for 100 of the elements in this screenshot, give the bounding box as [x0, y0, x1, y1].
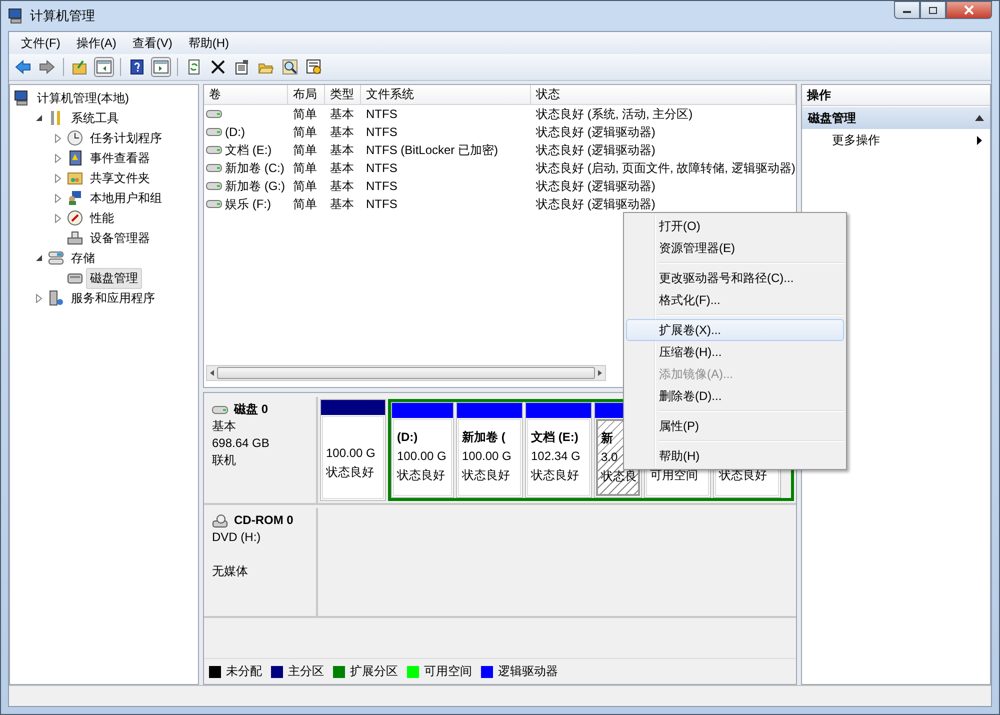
table-cell-text: 简单 — [292, 106, 318, 122]
partition-status: 状态良好 — [397, 467, 446, 484]
table-cell-text: NTFS — [365, 125, 398, 139]
table-cell: 新加卷 (C:) — [225, 160, 284, 176]
table-cell-text: NTFS — [365, 161, 398, 175]
tree-item[interactable]: 共享文件夹 — [86, 168, 154, 188]
gauge-icon — [68, 210, 82, 226]
partition-block[interactable]: 新加卷 ( 100.00 G 状态良好 — [456, 402, 523, 498]
menu-item[interactable]: 扩展卷(X)... — [626, 319, 844, 341]
panel-toggle-icon — [153, 59, 169, 75]
legend-label: 未分配 — [226, 663, 262, 680]
tree-item[interactable]: 本地用户和组 — [86, 188, 166, 208]
menu-item[interactable]: 帮助(H) — [180, 34, 237, 52]
table-cell-text: 基本 — [329, 142, 355, 158]
table-cell-text: 状态良好 (系统, 活动, 主分区) — [535, 106, 694, 122]
table-cell-text: 简单 — [292, 142, 318, 158]
back-arrow-button[interactable] — [13, 57, 33, 77]
menu-item[interactable]: 压缩卷(H)... — [626, 341, 844, 363]
forward-arrow-icon — [39, 59, 55, 75]
partition-status: 可用空间 — [650, 467, 699, 484]
forward-arrow-button[interactable] — [37, 57, 57, 77]
tree-item[interactable]: 系统工具 — [67, 108, 123, 128]
menu-item[interactable]: 格式化(F)... — [626, 289, 844, 311]
tree-item[interactable]: 设备管理器 — [86, 228, 154, 248]
partition-size: 102.34 G — [531, 448, 582, 465]
maximize-button[interactable] — [920, 1, 946, 19]
tree-item[interactable]: 服务和应用程序 — [67, 288, 159, 308]
table-cell-text: NTFS — [365, 179, 398, 193]
properties-icon — [234, 59, 250, 75]
drive-icon — [206, 127, 222, 137]
shared-folder-icon — [68, 172, 82, 184]
disk-status: 联机 — [212, 452, 237, 469]
partition-block[interactable]: 100.00 G 状态良好 — [320, 399, 386, 501]
disk-name: CD-ROM 0 — [234, 512, 294, 529]
tree-item[interactable]: 事件查看器 — [86, 148, 154, 168]
panel-toggle-button[interactable] — [94, 57, 114, 77]
expand-arrow-icon[interactable] — [54, 154, 62, 162]
expand-arrow-icon[interactable] — [54, 174, 62, 182]
menu-item[interactable]: 资源管理器(E) — [626, 237, 844, 259]
table-cell-text: NTFS (BitLocker 已加密) — [365, 142, 500, 158]
tree-item[interactable]: 计算机管理(本地) — [33, 88, 133, 108]
settings-button[interactable] — [304, 57, 324, 77]
partition-label: (D:) — [397, 429, 419, 446]
legend-label: 主分区 — [288, 663, 324, 680]
table-cell: (D:) — [225, 125, 245, 139]
menu-item[interactable]: 打开(O) — [626, 215, 844, 237]
partition-status: 状态良好 — [719, 467, 768, 484]
delete-icon — [210, 59, 226, 75]
drive-icon — [206, 163, 222, 173]
table-cell-text: 简单 — [292, 178, 318, 194]
horizontal-scrollbar[interactable] — [206, 365, 606, 381]
action-section[interactable]: 磁盘管理 — [802, 107, 990, 129]
tree-item[interactable]: 任务计划程序 — [86, 128, 166, 148]
partition-size: 100.00 G — [397, 448, 448, 465]
clock-icon — [68, 130, 82, 146]
maximize-icon — [928, 6, 938, 14]
column-header[interactable]: 文件系统 — [361, 85, 531, 104]
table-cell: 娱乐 (F:) — [225, 196, 271, 212]
window-title: 计算机管理 — [30, 7, 95, 25]
close-icon — [963, 5, 975, 15]
partition-label: 新加卷 ( — [462, 429, 506, 446]
action-item[interactable]: 更多操作 — [802, 129, 990, 151]
tree-item[interactable]: 磁盘管理 — [86, 268, 142, 288]
collapse-arrow-icon[interactable] — [35, 254, 43, 262]
column-header[interactable]: 布局 — [288, 85, 325, 104]
partition-header-bar — [392, 403, 453, 418]
device-icon — [68, 232, 82, 244]
menu-item[interactable]: 更改驱动器号和路径(C)... — [626, 267, 844, 289]
table-cell-text: 基本 — [329, 160, 355, 176]
expand-arrow-icon[interactable] — [35, 294, 43, 302]
storage-icon — [48, 252, 64, 264]
expand-arrow-icon[interactable] — [54, 214, 62, 222]
panel-toggle-button[interactable] — [151, 57, 171, 77]
table-cell-text: 简单 — [292, 196, 318, 212]
partition-block[interactable]: (D:) 100.00 G 状态良好 — [391, 402, 454, 498]
menu-item[interactable]: 操作(A) — [68, 34, 124, 52]
menu-item[interactable]: 查看(V) — [124, 34, 180, 52]
table-cell-text: 简单 — [292, 124, 318, 140]
close-button[interactable] — [946, 1, 992, 19]
panel-toggle-icon — [96, 59, 112, 75]
legend-label: 可用空间 — [424, 663, 472, 680]
submenu-arrow-icon — [977, 136, 982, 144]
help-icon — [129, 59, 145, 75]
search-button[interactable] — [280, 57, 300, 77]
column-header[interactable]: 卷 — [204, 85, 288, 104]
column-header[interactable]: 类型 — [325, 85, 361, 104]
minimize-button[interactable] — [894, 1, 920, 19]
drive-icon — [206, 181, 222, 191]
expand-arrow-icon[interactable] — [54, 194, 62, 202]
expand-arrow-icon[interactable] — [54, 134, 62, 142]
column-header[interactable]: 状态 — [531, 85, 796, 104]
table-cell-text: 简单 — [292, 160, 318, 176]
collapse-arrow-icon[interactable] — [35, 114, 43, 122]
partition-block[interactable]: 文档 (E:) 102.34 G 状态良好 — [525, 402, 592, 498]
table-cell-text: 基本 — [329, 178, 355, 194]
disk-name: 磁盘 0 — [234, 401, 268, 418]
tree-item[interactable]: 存储 — [67, 248, 99, 268]
menu-item[interactable]: 文件(F) — [13, 34, 68, 52]
users-icon — [69, 191, 81, 205]
tree-item[interactable]: 性能 — [86, 208, 118, 228]
